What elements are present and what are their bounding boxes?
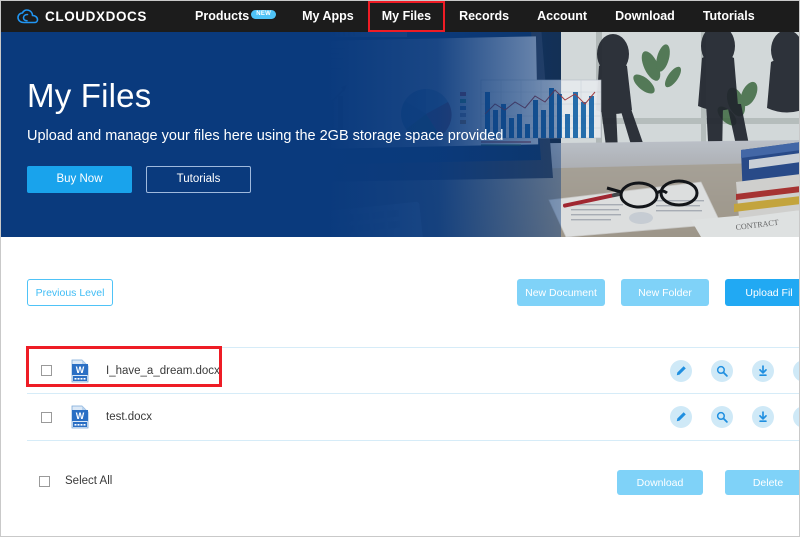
edit-icon[interactable] xyxy=(670,406,692,428)
delete-icon[interactable] xyxy=(793,406,799,428)
row-actions xyxy=(670,359,799,382)
select-all-label: Select All xyxy=(65,475,113,487)
tutorials-button[interactable]: Tutorials xyxy=(146,165,251,193)
svg-text:W: W xyxy=(76,411,85,421)
hero-buttons: Buy Now Tutorials xyxy=(27,165,503,193)
toolbar-right-group: New Document New Folder Upload Fil xyxy=(517,279,799,306)
download-icon[interactable] xyxy=(752,359,774,382)
nav-item-account[interactable]: Account xyxy=(523,1,601,32)
previous-level-button[interactable]: Previous Level xyxy=(27,279,113,306)
download-icon[interactable] xyxy=(752,406,774,428)
page-title: My Files xyxy=(27,76,152,114)
preview-icon[interactable] xyxy=(711,406,733,428)
select-all-checkbox[interactable] xyxy=(39,475,50,487)
docx-file-icon: W xyxy=(52,405,90,429)
footer-buttons: Download Delete xyxy=(617,470,799,495)
file-toolbar: Previous Level New Document New Folder U… xyxy=(1,279,799,307)
hero-subtitle: Upload and manage your files here using … xyxy=(27,127,504,144)
nav-item-tutorials[interactable]: Tutorials xyxy=(689,1,769,32)
nav-label-products: Products xyxy=(195,9,250,23)
table-row[interactable]: W test.docx xyxy=(27,394,799,441)
docx-file-icon: W xyxy=(52,359,90,383)
cloud-icon xyxy=(17,8,39,26)
svg-text:W: W xyxy=(76,365,85,375)
nav-item-products[interactable]: Products NEW xyxy=(181,1,288,32)
page-root: CLOUDXDOCS Products NEW My Apps My Files … xyxy=(0,0,800,537)
upload-files-button[interactable]: Upload Fil xyxy=(725,279,799,306)
row-actions xyxy=(670,406,799,428)
nav-item-my-files[interactable]: My Files xyxy=(367,1,446,32)
brand-name: CLOUDXDOCS xyxy=(45,9,148,24)
edit-icon[interactable] xyxy=(670,359,692,382)
table-row[interactable]: W I_have_a_dream.docx xyxy=(27,347,799,394)
main-panel: Previous Level New Document New Folder U… xyxy=(1,237,799,536)
hero-content: My Files Upload and manage your files he… xyxy=(27,32,503,237)
new-folder-button[interactable]: New Folder xyxy=(621,279,709,306)
delete-icon[interactable] xyxy=(793,359,799,382)
top-navbar: CLOUDXDOCS Products NEW My Apps My Files … xyxy=(1,1,799,32)
file-name: I_have_a_dream.docx xyxy=(106,364,220,377)
file-list: W I_have_a_dream.docx W test.docx xyxy=(27,347,799,441)
hero-banner: CONTRACT My Files Upload and manage your… xyxy=(1,32,799,237)
row-checkbox[interactable] xyxy=(41,411,52,423)
download-button[interactable]: Download xyxy=(617,470,703,495)
delete-button[interactable]: Delete xyxy=(725,470,799,495)
select-all-control[interactable]: Select All xyxy=(39,475,112,487)
new-badge: NEW xyxy=(251,10,277,19)
preview-icon[interactable] xyxy=(711,359,733,382)
nav-item-download[interactable]: Download xyxy=(601,1,689,32)
new-document-button[interactable]: New Document xyxy=(517,279,605,306)
nav-item-records[interactable]: Records xyxy=(445,1,523,32)
nav-item-my-apps[interactable]: My Apps xyxy=(288,1,368,32)
brand-logo-group[interactable]: CLOUDXDOCS xyxy=(17,8,147,26)
file-list-footer: Select All Download Delete xyxy=(1,467,799,507)
nav-links: Products NEW My Apps My Files Records Acc… xyxy=(181,1,769,32)
buy-now-button[interactable]: Buy Now xyxy=(27,165,132,193)
row-checkbox[interactable] xyxy=(41,365,52,376)
file-name: test.docx xyxy=(106,411,153,423)
